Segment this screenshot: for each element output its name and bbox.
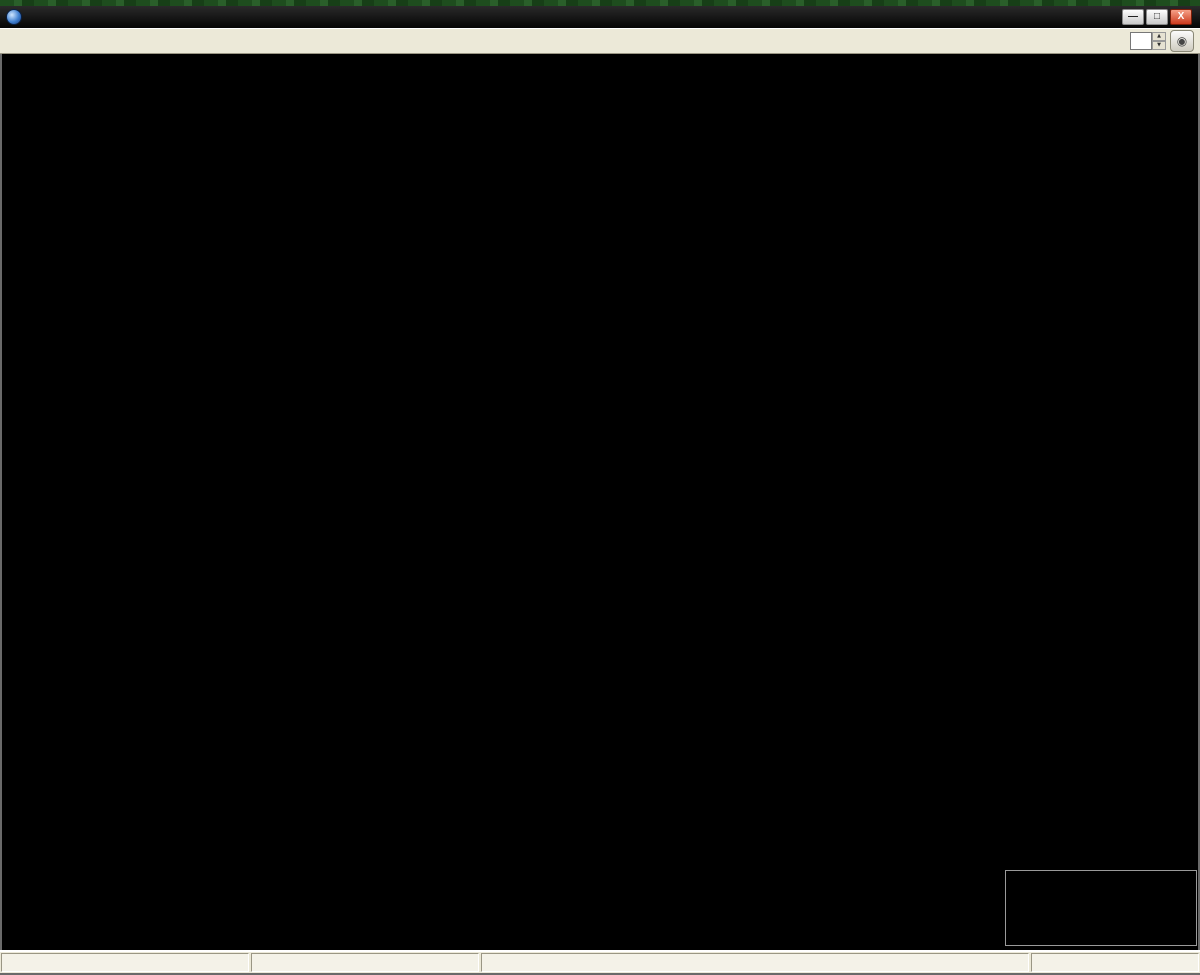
statusbar-avf	[1, 953, 249, 972]
titlebar[interactable]: ― □ X	[0, 6, 1200, 28]
almuten-label	[10, 915, 18, 929]
element-statistics-box	[1005, 870, 1197, 946]
spinner-down-button[interactable]: ▼	[1152, 41, 1166, 50]
snapshot-button[interactable]: ◉	[1170, 30, 1194, 52]
close-button[interactable]: X	[1170, 9, 1192, 25]
toolbar: ▲ ▼ ◉	[0, 28, 1200, 54]
statusbar-spacer	[481, 953, 1029, 972]
maximize-button[interactable]: □	[1146, 9, 1168, 25]
page-spinner[interactable]: ▲ ▼	[1130, 32, 1166, 50]
app-logo-icon	[6, 9, 22, 25]
minimize-button[interactable]: ―	[1122, 9, 1144, 25]
zet-app-window: ― □ X ▲ ▼ ◉	[0, 0, 1200, 975]
statusbar-ut-time	[1031, 953, 1199, 972]
natal-wheel-chart[interactable]	[2, 54, 1198, 950]
spinner-up-button[interactable]: ▲	[1152, 32, 1166, 41]
chart-canvas-area[interactable]	[0, 54, 1200, 950]
statusbar-chart-mode	[251, 953, 479, 972]
statusbar	[0, 950, 1200, 973]
page-number-field[interactable]	[1130, 32, 1152, 50]
